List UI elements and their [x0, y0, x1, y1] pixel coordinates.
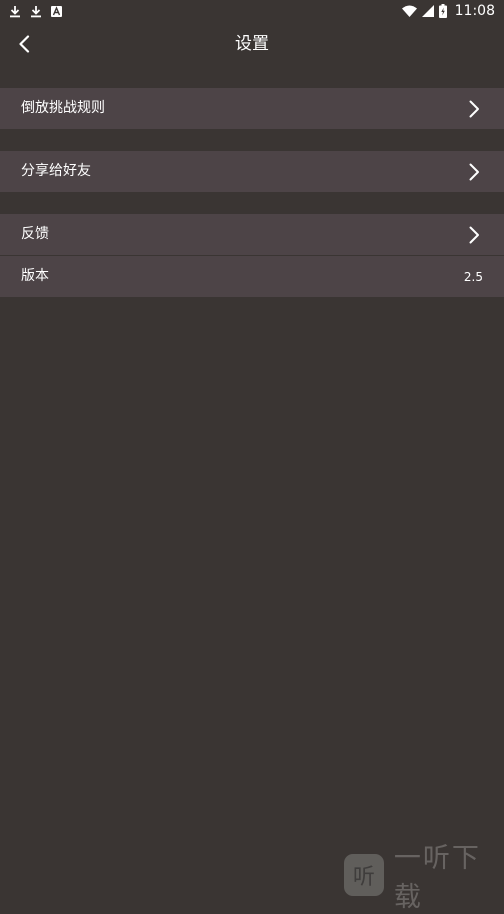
- header: 设置: [0, 22, 504, 66]
- chevron-right-icon: [469, 226, 479, 244]
- settings-row-feedback[interactable]: 反馈: [0, 214, 504, 255]
- chevron-right-icon: [469, 100, 479, 118]
- download-icon: [10, 5, 20, 17]
- page-title: 设置: [235, 34, 269, 54]
- signal-icon: [421, 5, 434, 17]
- watermark: 听 一听下载: [344, 843, 504, 913]
- chevron-right-icon: [469, 163, 479, 181]
- wifi-icon: [401, 5, 417, 17]
- version-value: 2.5: [463, 270, 483, 284]
- battery-charging-icon: [438, 4, 447, 18]
- settings-row-version: 版本 2.5: [0, 256, 504, 297]
- feedback-label: 反馈: [21, 226, 49, 242]
- status-right-icons: 11:08: [401, 3, 495, 19]
- version-label: 版本: [21, 268, 49, 284]
- settings-row-rules[interactable]: 倒放挑战规则: [0, 88, 504, 129]
- status-bar: 11:08: [0, 0, 504, 22]
- download-icon: [31, 5, 41, 17]
- share-label: 分享给好友: [21, 163, 91, 179]
- settings-row-share[interactable]: 分享给好友: [0, 151, 504, 192]
- status-time: 11:08: [454, 3, 495, 19]
- status-left-icons: [9, 5, 62, 18]
- font-a-icon: [51, 5, 62, 17]
- watermark-text: 一听下载: [393, 842, 481, 913]
- watermark-logo: 听: [344, 853, 384, 896]
- rules-label: 倒放挑战规则: [21, 100, 105, 116]
